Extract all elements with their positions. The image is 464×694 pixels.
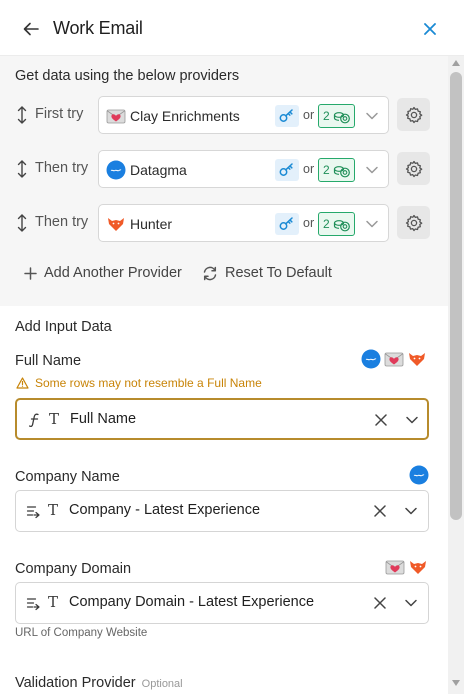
reset-default-button[interactable]: Reset To Default [202,261,332,285]
text-type-icon: T [49,410,60,428]
datagma-icon [106,160,126,180]
company-name-input[interactable]: T Company - Latest Experience [15,490,429,532]
coins-icon [333,112,350,124]
list-arrow-icon [26,598,40,611]
provider-row: Then try Datagma or 2 [0,150,448,188]
company-name-value: Company - Latest Experience [69,502,261,518]
provider-order-label: First try [35,106,84,122]
input-data-heading: Add Input Data [15,319,112,335]
warning-icon [16,377,29,389]
hunter-fox-icon [409,353,425,366]
chevron-down-icon[interactable] [365,109,379,123]
scroll-up-arrow-icon[interactable] [452,60,460,66]
chevron-down-icon[interactable] [365,163,379,177]
credit-badge: 2 [318,158,355,182]
drag-handle-icon[interactable] [15,160,29,178]
company-domain-hint: URL of Company Website [15,627,148,639]
key-icon[interactable] [275,213,299,235]
chevron-down-icon[interactable] [404,596,418,610]
provider-select[interactable]: Datagma or 2 [98,150,389,188]
or-text: or [303,162,315,176]
clear-icon[interactable] [372,595,388,611]
providers-section: Get data using the below providers First… [0,56,448,306]
hunter-fox-icon [410,561,426,574]
key-icon[interactable] [275,159,299,181]
coins-icon [333,166,350,178]
provider-settings-button[interactable] [397,206,430,239]
company-domain-input[interactable]: T Company Domain - Latest Experience [15,582,429,624]
credit-count: 2 [323,163,330,177]
provider-badges [384,557,428,577]
provider-name: Clay Enrichments [130,108,240,124]
or-text: or [303,108,315,122]
provider-actions: Add Another Provider Reset To Default [0,261,448,285]
list-arrow-icon [26,506,40,519]
drag-handle-icon[interactable] [15,214,29,232]
credit-count: 2 [323,217,330,231]
enrichment-panel: Work Email Get data using the below prov… [0,0,464,694]
or-text: or [303,216,315,230]
validation-provider-label: Validation Provider Optional [15,675,183,691]
plus-icon [24,266,37,280]
chevron-down-icon[interactable] [404,504,418,518]
formula-icon [28,413,39,428]
provider-order-label: Then try [35,214,89,230]
credit-count: 2 [323,109,330,123]
warning-text: Some rows may not resemble a Full Name [35,376,262,390]
provider-order-label: Then try [35,160,89,176]
company-name-label: Company Name [15,469,120,485]
provider-select[interactable]: Hunter or 2 [98,204,389,242]
text-type-icon: T [48,593,59,611]
back-arrow-icon[interactable] [20,18,42,40]
clay-envelope-icon [106,109,126,124]
datagma-icon [409,465,429,485]
datagma-icon [361,349,381,369]
refresh-icon [203,266,217,280]
credit-badge: 2 [318,212,355,236]
scroll-down-arrow-icon[interactable] [452,680,460,686]
full-name-label: Full Name [15,353,82,369]
gear-icon [405,214,422,231]
provider-badges [409,465,429,485]
provider-select[interactable]: Clay Enrichments or 2 [98,96,389,134]
reset-default-label: Reset To Default [225,265,332,281]
provider-settings-button[interactable] [397,98,430,131]
provider-settings-button[interactable] [397,152,430,185]
clear-icon[interactable] [372,503,388,519]
coins-icon [333,220,350,232]
clear-icon[interactable] [373,412,389,428]
provider-row: Then try Hunter or 2 [0,204,448,242]
drag-handle-icon[interactable] [15,106,29,124]
company-domain-value: Company Domain - Latest Experience [69,594,315,610]
clay-envelope-icon [384,352,404,367]
key-icon[interactable] [275,105,299,127]
provider-badges [361,349,427,369]
add-provider-label: Add Another Provider [44,265,182,281]
full-name-value: Full Name [70,411,137,427]
company-domain-label: Company Domain [15,561,132,577]
close-icon[interactable] [420,19,440,39]
gear-icon [405,106,422,123]
full-name-input[interactable]: T Full Name [15,398,429,440]
gear-icon [405,160,422,177]
credit-badge: 2 [318,104,355,128]
optional-tag: Optional [141,678,183,690]
chevron-down-icon[interactable] [365,217,379,231]
clay-envelope-icon [385,560,405,575]
providers-heading: Get data using the below providers [15,68,240,84]
provider-row: First try Clay Enrichments or 2 [0,96,448,134]
panel-title: Work Email [53,18,143,38]
chevron-down-icon[interactable] [405,413,419,427]
validation-provider-text: Validation Provider [15,675,136,691]
hunter-fox-icon [108,218,124,231]
panel-header: Work Email [0,0,464,56]
scrollbar-thumb[interactable] [450,72,462,520]
provider-name: Hunter [130,216,173,232]
text-type-icon: T [48,501,59,519]
provider-name: Datagma [130,162,187,178]
add-provider-button[interactable]: Add Another Provider [24,261,182,285]
full-name-warning: Some rows may not resemble a Full Name [16,376,262,390]
